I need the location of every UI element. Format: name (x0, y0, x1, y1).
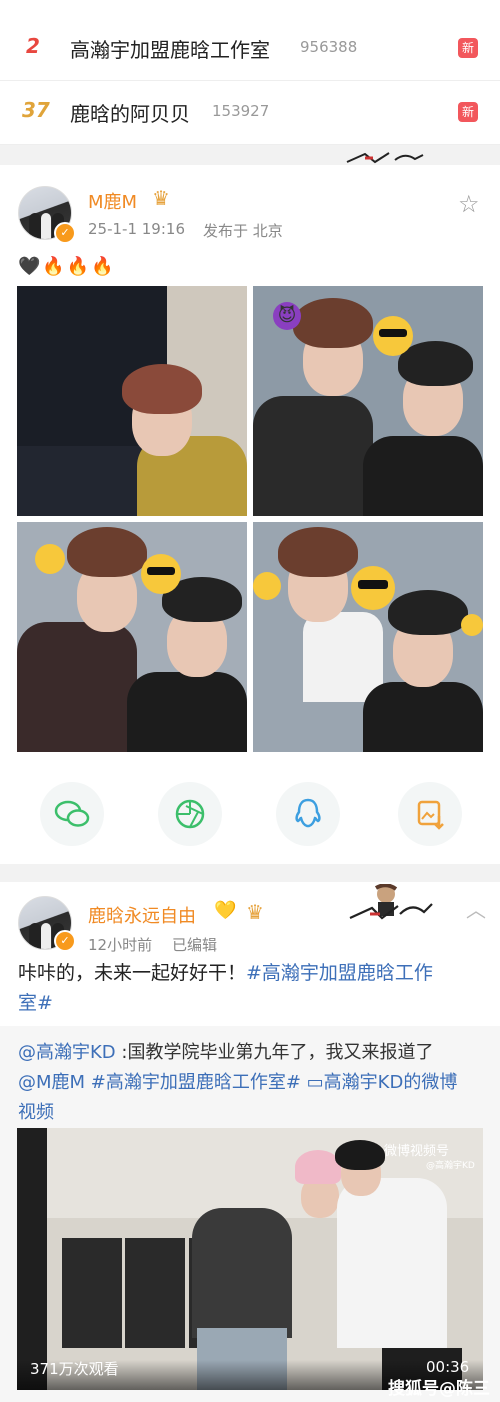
fire-icon: 🔥 (42, 256, 67, 277)
signature-watermark (348, 883, 434, 924)
hot-title: 鹿晗的阿贝贝 (70, 102, 190, 126)
new-badge: 新 (458, 38, 478, 58)
yellow-heart-icon: 💛 (214, 900, 237, 921)
post-content: 咔咔的，未来一起好好干！#高瀚宇加盟鹿晗工作 室# (18, 958, 482, 1018)
video-link[interactable]: ▭高瀚宇KD的微博 (301, 1072, 458, 1093)
video-views: 371万次观看 (30, 1360, 119, 1378)
post-photo[interactable] (17, 286, 247, 516)
post-location: 发布于 北京 (203, 222, 283, 240)
hot-rank: 37 (22, 98, 50, 122)
fire-icon: 🔥 (66, 256, 92, 277)
moments-share-button[interactable] (158, 782, 222, 846)
edited-label: 已编辑 (172, 936, 218, 954)
signature-watermark (345, 150, 425, 166)
section-divider (0, 145, 500, 165)
crown-icon: ♛ (152, 186, 170, 210)
repost-content: @高瀚宇KD :国教学院毕业第九年了，我又来报道了 @M鹿M #高瀚宇加盟鹿晗工… (18, 1038, 488, 1128)
chevron-down-icon[interactable]: ︿ (466, 894, 486, 923)
sunglasses-emoji-icon (351, 566, 395, 610)
post-photo[interactable] (17, 522, 247, 752)
star-icon[interactable]: ☆ (458, 190, 480, 218)
video-watermark: 微博视频号 (384, 1144, 450, 1159)
hashtag-link[interactable]: #高瀚宇加盟鹿晗工作室# (85, 1072, 301, 1093)
qq-share-button[interactable] (276, 782, 340, 846)
verified-badge: ✓ (54, 222, 76, 244)
post-photo[interactable] (253, 522, 483, 752)
mention-link[interactable]: @高瀚宇KD (18, 1042, 116, 1063)
new-badge: 新 (458, 102, 478, 122)
video-watermark-sub: @高瀚宇KD (426, 1161, 475, 1171)
sunglasses-emoji-icon (141, 554, 181, 594)
wechat-icon (54, 800, 90, 827)
verified-badge: ✓ (54, 930, 76, 952)
hot-title: 高瀚宇加盟鹿晗工作室 (70, 38, 270, 62)
hashtag-link[interactable]: #高瀚宇加盟鹿晗工作 (246, 962, 433, 984)
video-link-cont[interactable]: 视频 (18, 1102, 54, 1123)
footer-watermark: 搜狐号@陈三 (388, 1379, 490, 1399)
crown-icon: ♛ (246, 900, 264, 924)
video-player[interactable] (17, 1128, 483, 1390)
save-image-icon (417, 800, 444, 830)
moments-icon (175, 799, 205, 829)
post-time: 25-1-1 19:16 (88, 220, 185, 238)
hot-count: 956388 (300, 38, 358, 56)
hot-rank: 2 (26, 34, 40, 58)
username[interactable]: M鹿M (88, 188, 137, 214)
laughing-emoji-icon (253, 572, 281, 600)
qq-icon (295, 798, 321, 828)
emoji-line: 🖤🔥🔥🔥 (18, 256, 116, 277)
mention-link[interactable]: @M鹿M (18, 1072, 85, 1093)
hot-search-item[interactable]: 37 鹿晗的阿贝贝 153927 新 (0, 82, 500, 145)
laughing-emoji-icon (35, 544, 65, 574)
sunglasses-emoji-icon (373, 316, 413, 356)
devil-emoji-icon: 😈 (273, 302, 301, 330)
section-divider (0, 864, 500, 882)
black-heart-icon: 🖤 (18, 256, 43, 277)
hot-count: 153927 (212, 102, 270, 120)
hashtag-link-cont[interactable]: 室# (18, 992, 53, 1014)
fire-icon: 🔥 (91, 256, 116, 277)
post-text: 咔咔的，未来一起好好干！ (18, 962, 247, 984)
post-photo[interactable]: 😈 (253, 286, 483, 516)
repost-text: :国教学院毕业第九年了，我又来报道了 (115, 1042, 434, 1063)
save-image-button[interactable] (398, 782, 462, 846)
laughing-emoji-icon (461, 614, 483, 636)
wechat-share-button[interactable] (40, 782, 104, 846)
post-time: 12小时前 (88, 936, 153, 954)
hot-search-item[interactable]: 2 高瀚宇加盟鹿晗工作室 956388 新 (0, 18, 500, 81)
username[interactable]: 鹿晗永远自由 (88, 902, 196, 928)
